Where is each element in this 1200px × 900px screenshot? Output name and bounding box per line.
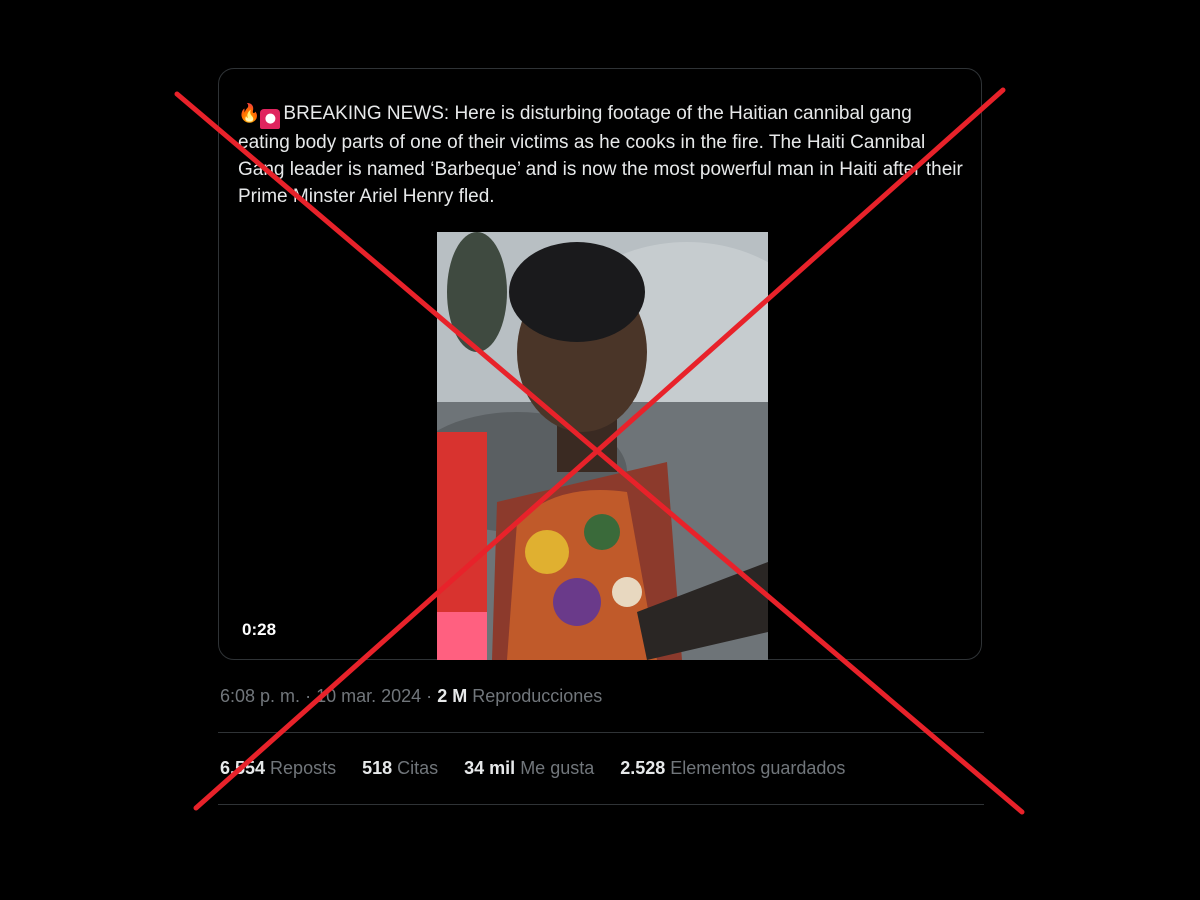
stat-label: Citas [397, 758, 439, 778]
quotes-stat[interactable]: 518 Citas [362, 758, 438, 779]
meta-separator: · [426, 686, 433, 706]
tweet-screenshot: 🔥 ● BREAKING NEWS: Here is disturbing foot… [196, 68, 1002, 808]
reposts-stat[interactable]: 6.554 Reposts [220, 758, 336, 779]
tweet-text: 🔥 ● BREAKING NEWS: Here is disturbing foot… [238, 100, 968, 210]
divider [218, 804, 984, 805]
views-label: Reproducciones [472, 686, 603, 706]
stat-number: 6.554 [220, 758, 266, 778]
video-duration: 0:28 [242, 620, 277, 639]
divider [218, 732, 984, 733]
views-count: 2 M [437, 686, 468, 706]
stat-label: Reposts [270, 758, 337, 778]
stat-number: 2.528 [620, 758, 666, 778]
tweet-date[interactable]: 10 mar. 2024 [316, 686, 421, 706]
stat-number: 518 [362, 758, 393, 778]
tweet-time[interactable]: 6:08 p. m. [220, 686, 300, 706]
stat-number: 34 mil [464, 758, 516, 778]
stat-label: Elementos guardados [670, 758, 846, 778]
likes-stat[interactable]: 34 mil Me gusta [464, 758, 594, 779]
fire-emoji-icon: 🔥 [238, 103, 261, 124]
siren-emoji-icon: ● [260, 109, 281, 129]
video-player[interactable] [437, 232, 768, 660]
bookmarks-stat[interactable]: 2.528 Elementos guardados [620, 758, 845, 779]
stat-label: Me gusta [520, 758, 595, 778]
tweet-body: BREAKING NEWS: Here is disturbing footag… [238, 103, 969, 207]
meta-separator: · [305, 686, 312, 706]
tweet-meta: 6:08 p. m. · 10 mar. 2024 · 2 M Reproduc… [220, 686, 602, 707]
engagement-stats: 6.554 Reposts 518 Citas 34 mil Me gusta … [220, 758, 845, 779]
video-thumbnail [437, 232, 768, 660]
